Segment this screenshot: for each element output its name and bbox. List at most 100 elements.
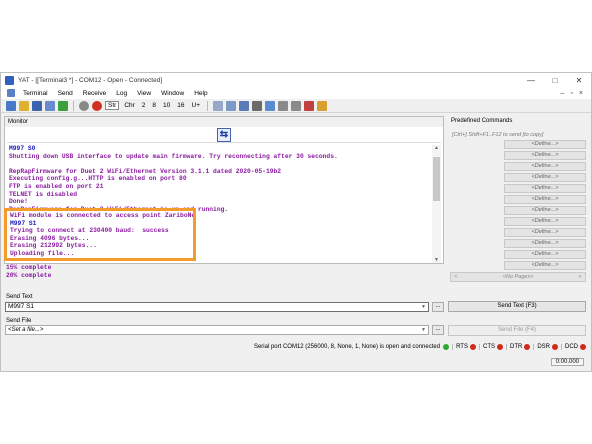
signal-label: DTR — [509, 344, 523, 350]
define-command-button[interactable]: <Define...> — [504, 261, 586, 270]
save-icon[interactable] — [32, 100, 42, 111]
open-port-icon[interactable] — [58, 100, 68, 111]
send-text-button[interactable]: Send Text (F3) — [448, 301, 586, 312]
define-command-button[interactable]: <Define...> — [504, 206, 586, 215]
status-bar-timer-row: 0:00.000 — [0, 356, 590, 368]
signal-led — [552, 344, 558, 350]
menu-help[interactable]: Help — [194, 90, 207, 97]
radix-hex-button[interactable]: 16 — [175, 102, 186, 109]
find-next-icon[interactable] — [291, 100, 302, 111]
open-folder-icon[interactable] — [19, 100, 29, 111]
chevron-down-icon[interactable]: ▼ — [421, 326, 426, 334]
find-previous-icon[interactable] — [278, 100, 289, 111]
refresh-icon[interactable] — [226, 100, 237, 111]
define-command-button[interactable]: <Define...> — [504, 250, 586, 259]
received-line: TELNET is disabled — [9, 190, 78, 198]
received-line: RepRapFirmware for Duet 2 WiFi/Ethernet … — [9, 167, 282, 175]
pages-label: <No Pages> — [502, 274, 534, 280]
menu-terminal[interactable]: Terminal — [23, 90, 48, 97]
radix-char-button[interactable]: Chr — [122, 102, 136, 109]
signal-cts: CTS — [478, 344, 503, 350]
minimize-button[interactable]: — — [519, 76, 543, 85]
signal-led — [524, 344, 531, 350]
define-command-button[interactable]: <Define...> — [504, 239, 586, 248]
log-folder-icon[interactable] — [317, 100, 328, 111]
scrollbar-thumb[interactable] — [433, 157, 440, 201]
menu-window[interactable]: Window — [161, 90, 184, 97]
define-command-button[interactable]: <Define...> — [504, 140, 586, 149]
received-line: FTP is enabled on port 21 — [9, 182, 104, 190]
signal-label: RTS — [456, 344, 468, 350]
maximize-button[interactable]: □ — [543, 76, 567, 85]
title-bar: YAT - [[Terminal3 *] - COM12 - Open - Co… — [1, 73, 591, 87]
page-next-icon[interactable]: > — [575, 274, 585, 280]
define-command-button[interactable]: <Define...> — [504, 173, 586, 182]
log-icon[interactable] — [304, 100, 315, 111]
radix-dec-button[interactable]: 10 — [161, 102, 172, 109]
print-icon[interactable] — [252, 100, 263, 111]
port-status-led — [443, 344, 450, 350]
define-command-button[interactable]: <Define...> — [504, 195, 586, 204]
menu-send[interactable]: Send — [58, 90, 73, 97]
signal-dtr[interactable]: DTR — [505, 344, 531, 350]
child-restore-button[interactable]: ▫ — [570, 90, 572, 97]
swap-direction-icon[interactable]: ⇆ — [217, 127, 231, 142]
copy-icon[interactable] — [239, 100, 250, 111]
send-text-options-button[interactable]: ... — [432, 302, 444, 312]
send-text-input[interactable]: M997 S1 ▼ — [5, 302, 429, 312]
define-command-button[interactable]: <Define...> — [504, 184, 586, 193]
toolbar-separator — [73, 100, 74, 111]
signal-rts[interactable]: RTS — [452, 344, 476, 350]
menu-view[interactable]: View — [137, 90, 151, 97]
child-window-controls: – ▫ × — [561, 90, 591, 97]
define-command-button[interactable]: <Define...> — [504, 151, 586, 160]
monitor-label: Monitor — [5, 117, 443, 127]
signal-led — [469, 344, 476, 350]
scroll-down-icon[interactable]: ▼ — [432, 257, 441, 263]
menu-log[interactable]: Log — [116, 90, 127, 97]
find-icon[interactable] — [265, 100, 276, 111]
radix-unicode-button[interactable]: U+ — [190, 102, 203, 109]
received-line: Trying to connect at 230400 baud: succes… — [10, 227, 169, 235]
define-command-button[interactable]: <Define...> — [504, 217, 586, 226]
signal-label: DSR — [537, 344, 550, 350]
chevron-down-icon[interactable]: ▼ — [421, 303, 426, 311]
send-file-browse-button[interactable]: ... — [432, 325, 444, 335]
close-port-icon[interactable] — [79, 100, 89, 111]
child-close-button[interactable]: × — [579, 90, 583, 97]
received-line: 5% complete — [10, 258, 193, 259]
monitor-scrollbar[interactable]: ▲ ▼ — [432, 145, 441, 263]
page-prev-icon[interactable]: < — [451, 274, 461, 280]
define-command-button[interactable]: <Define...> — [504, 162, 586, 171]
received-line: 20% complete — [6, 271, 52, 279]
received-line: Erasing 212992 bytes... — [10, 242, 97, 250]
send-file-button[interactable]: Send File (F4) — [448, 325, 586, 336]
close-button[interactable]: ✕ — [567, 76, 591, 85]
scroll-up-icon[interactable]: ▲ — [432, 145, 441, 151]
send-file-input[interactable]: <Set a file...> ▼ — [5, 325, 429, 335]
predefined-commands-panel: Predefined Commands [Ctrl+] Shift+F1..F1… — [448, 116, 588, 292]
menu-receive[interactable]: Receive — [83, 90, 106, 97]
child-minimize-button[interactable]: – — [561, 90, 565, 97]
predefined-label: Predefined Commands — [448, 116, 588, 126]
terminal-output-continued: 15% complete 20% complete — [6, 264, 51, 279]
radix-string-button[interactable]: Str — [105, 101, 120, 110]
received-line: 15% complete — [6, 264, 52, 271]
pages-selector[interactable]: < <No Pages> > — [450, 272, 586, 282]
terminal-doc-icon[interactable] — [7, 89, 15, 97]
signal-dcd: DCD — [561, 344, 586, 350]
radix-bin-button[interactable]: 2 — [140, 102, 148, 109]
menu-bar: Terminal Send Receive Log View Window He… — [1, 87, 591, 99]
status-text: Serial port COM12 (256000, 8, None, 1, N… — [253, 344, 441, 350]
status-bar: Serial port COM12 (256000, 8, None, 1, N… — [0, 341, 590, 353]
signal-label: CTS — [482, 344, 495, 350]
new-terminal-icon[interactable] — [6, 100, 16, 111]
settings-icon[interactable] — [45, 100, 55, 111]
signal-led — [496, 344, 503, 350]
radix-oct-button[interactable]: 8 — [150, 102, 158, 109]
received-line: Erasing 4096 bytes... — [10, 234, 90, 242]
clear-icon[interactable] — [213, 100, 224, 111]
define-command-button[interactable]: <Define...> — [504, 228, 586, 237]
stop-icon[interactable] — [92, 100, 102, 111]
